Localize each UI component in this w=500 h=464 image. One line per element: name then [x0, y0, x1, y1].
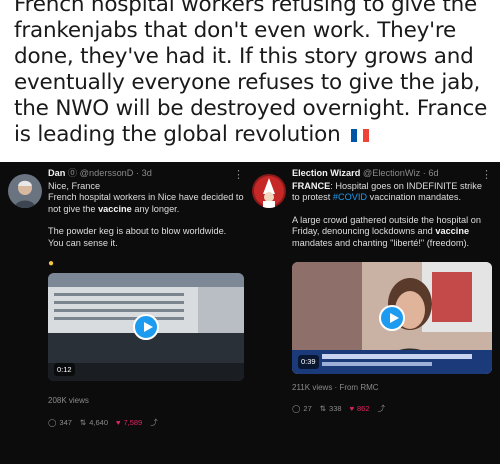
- reply-icon: ◯: [292, 404, 301, 414]
- author-name[interactable]: Election Wizard: [292, 168, 360, 178]
- verified-icon: ⓪: [67, 168, 78, 178]
- like-button[interactable]: ♥ 7,589: [116, 417, 142, 429]
- like-button[interactable]: ♥ 862: [350, 403, 370, 415]
- share-icon: ⤴: [377, 404, 386, 414]
- more-options-icon[interactable]: ⋮: [481, 169, 492, 182]
- tweet-actions: ◯ 347 ⇅ 4,640 ♥ 7,589 ⤴: [48, 417, 244, 429]
- author-handle[interactable]: @ndersson​D: [80, 168, 134, 178]
- author-handle[interactable]: @ElectionWiz: [363, 168, 420, 178]
- tweet-time[interactable]: 3d: [142, 168, 152, 178]
- reply-button[interactable]: ◯ 347: [48, 417, 72, 429]
- play-button[interactable]: [133, 314, 159, 341]
- retweet-icon: ⇅: [319, 404, 327, 414]
- tweet-text: FRANCE: Hospital goes on INDEFINITE stri…: [292, 180, 482, 248]
- reply-button[interactable]: ◯ 27: [292, 403, 312, 415]
- share-button[interactable]: ⤴: [378, 403, 389, 415]
- heart-icon: ♥: [116, 417, 121, 427]
- tweet-header: Dan ⓪ @ndersson​D · 3d: [48, 168, 152, 178]
- tweet-header: Election Wizard @ElectionWiz · 6d: [292, 168, 439, 178]
- tweet-text: Nice, France French hospital workers in …: [48, 180, 244, 269]
- author-name[interactable]: Dan: [48, 168, 65, 178]
- view-count: 211K views · From RMC: [292, 382, 379, 392]
- france-flag-icon: [351, 123, 370, 142]
- video-duration: 0:12: [54, 362, 75, 377]
- share-button[interactable]: ⤴: [150, 417, 161, 429]
- location-line: Nice, France: [48, 180, 101, 191]
- retweet-button[interactable]: ⇅ 338: [320, 403, 342, 415]
- retweet-button[interactable]: ⇅ 4,640: [80, 417, 108, 429]
- share-icon: ⤴: [150, 417, 158, 427]
- tweet-actions: ◯ 27 ⇅ 338 ♥ 862 ⤴: [292, 403, 492, 415]
- post-caption: French hospital workers refusing to give…: [14, 0, 494, 148]
- caption-text: French hospital workers refusing to give…: [14, 0, 488, 147]
- avatar[interactable]: [8, 174, 42, 208]
- reply-icon: ◯: [48, 417, 57, 427]
- tweet-paragraph: The powder keg is about to blow worldwid…: [48, 226, 227, 248]
- video-thumbnail[interactable]: 0:12: [48, 273, 244, 382]
- play-button[interactable]: [379, 304, 405, 331]
- video-thumbnail[interactable]: 0:39: [292, 261, 492, 374]
- tweet-time[interactable]: 6d: [428, 168, 438, 178]
- avatar[interactable]: [252, 174, 286, 208]
- hashtag-link[interactable]: #COVID: [333, 192, 367, 202]
- bomb-emoji-icon: ●: [48, 257, 55, 269]
- retweet-icon: ⇅: [79, 417, 87, 427]
- video-duration: 0:39: [298, 354, 319, 369]
- view-count: 208K views: [48, 396, 89, 406]
- heart-icon: ♥: [349, 404, 355, 414]
- more-options-icon[interactable]: ⋮: [233, 169, 244, 182]
